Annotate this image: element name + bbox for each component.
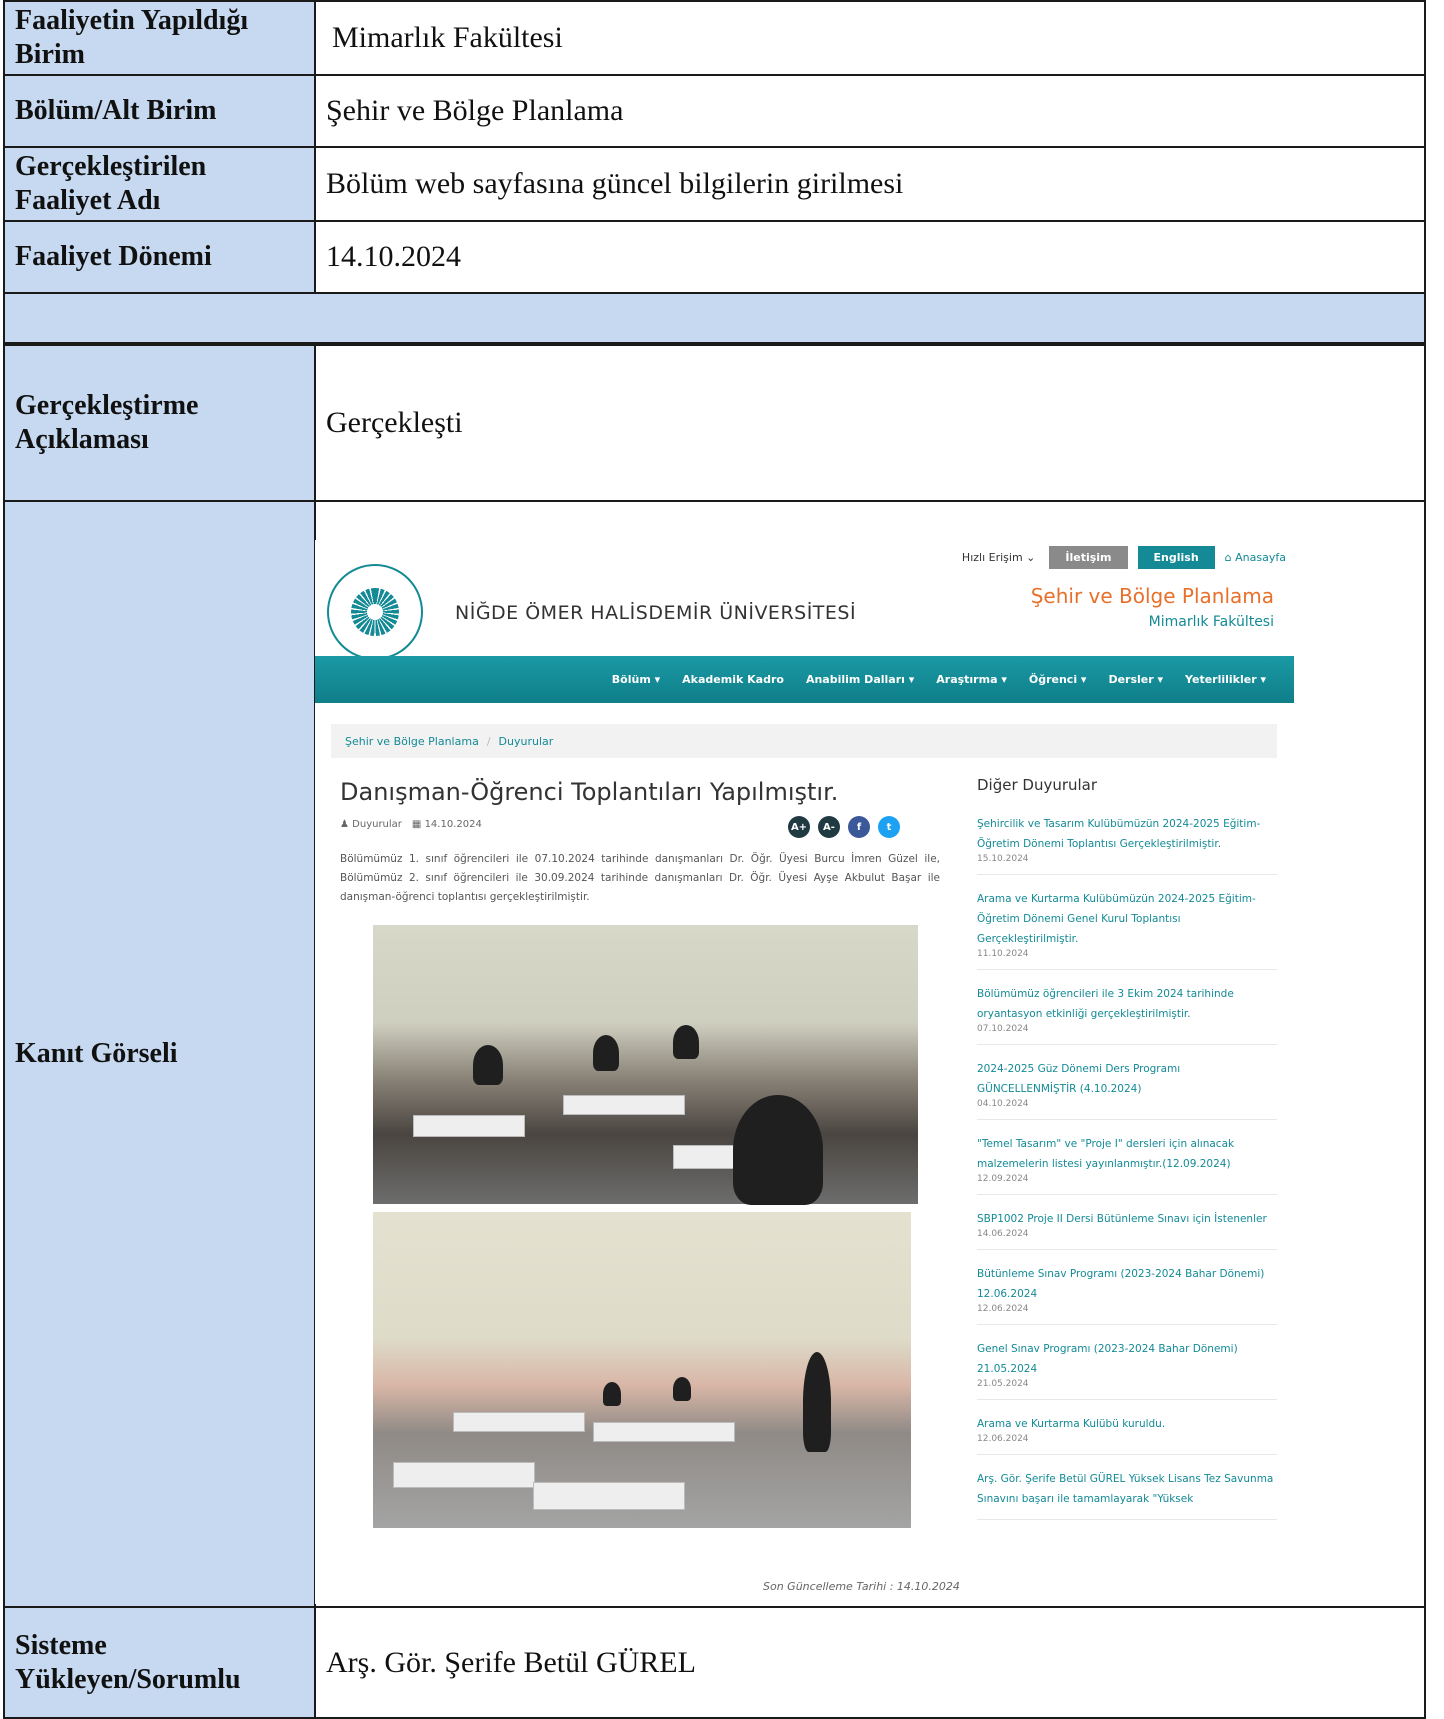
announcement-item[interactable]: Arş. Gör. Şerife Betül GÜREL Yüksek Lisa… [977,1469,1277,1520]
facebook-icon[interactable]: f [848,816,870,838]
value-sorumlu: Arş. Gör. Şerife Betül GÜREL [326,1645,696,1679]
value-birim: Mimarlık Fakültesi [332,21,563,54]
university-logo[interactable] [327,564,423,660]
quick-access-dropdown[interactable]: Hızlı Erişim ⌄ [962,551,1035,564]
home-icon: ⌂ [1224,551,1232,564]
nav-item-bolum[interactable]: Bölüm ▾ [612,673,660,686]
nav-item-arastirma[interactable]: Araştırma ▾ [936,673,1007,686]
evidence-screenshot: Hızlı Erişim ⌄ İletişim English ⌂ Anasay… [315,540,1294,1604]
article-title: Danışman-Öğrenci Toplantıları Yapılmıştı… [340,778,839,806]
row-bolum: Bölüm/Alt Birim Şehir ve Bölge Planlama [3,76,1426,148]
meeting-photo-1 [373,925,918,1205]
nav-item-ogrenci[interactable]: Öğrenci ▾ [1029,673,1087,686]
row-aciklama: Gerçekleştirme Açıklaması Gerçekleşti [3,344,1426,502]
announcement-item[interactable]: "Temel Tasarım" ve "Proje I" dersleri iç… [977,1134,1277,1195]
nav-item-yeterlilikler[interactable]: Yeterlilikler ▾ [1185,673,1266,686]
sidebar-title: Diğer Duyurular [977,776,1098,794]
article-body: Bölümümüz 1. sınıf öğrencileri ile 07.10… [340,853,940,903]
social-buttons: A+ A- f t [788,816,900,838]
announcement-item[interactable]: Şehircilik ve Tasarım Kulübümüzün 2024-2… [977,814,1277,875]
row-donem: Faaliyet Dönemi 14.10.2024 [3,222,1426,294]
announcement-item[interactable]: Arama ve Kurtarma Kulübümüzün 2024-2025 … [977,889,1277,970]
calendar-icon: ▦ [411,819,422,830]
label-donem: Faaliyet Dönemi [5,222,316,292]
nav-item-dersler[interactable]: Dersler ▾ [1108,673,1163,686]
value-aciklama: Gerçekleşti [326,406,463,439]
article-meta: ♟ Duyurular ▦ 14.10.2024 [340,819,482,830]
article-date: ▦ 14.10.2024 [411,819,482,830]
label-faaliyet: Gerçekleştirilen Faaliyet Adı [5,148,316,220]
value-bolum: Şehir ve Bölge Planlama [326,94,624,127]
announcement-item[interactable]: Genel Sınav Programı (2023-2024 Bahar Dö… [977,1339,1277,1400]
nav-item-akademik-kadro[interactable]: Akademik Kadro [682,673,784,686]
last-updated: Son Güncelleme Tarihi : 14.10.2024 [763,1580,960,1593]
faculty-name: Mimarlık Fakültesi [1148,614,1274,630]
nav-item-anabilim[interactable]: Anabilim Dalları ▾ [806,673,914,686]
row-faaliyet: Gerçekleştirilen Faaliyet Adı Bölüm web … [3,148,1426,222]
site-topbar: Hızlı Erişim ⌄ İletişim English ⌂ Anasay… [962,546,1286,569]
font-decrease-icon[interactable]: A- [818,816,840,838]
breadcrumb-current[interactable]: Duyurular [499,735,554,748]
announcement-item[interactable]: 2024-2025 Güz Dönemi Ders Programı GÜNCE… [977,1059,1277,1120]
label-sorumlu: Sisteme Yükleyen/Sorumlu [5,1608,316,1717]
label-kanit: Kanıt Görseli [5,502,316,1606]
contact-button[interactable]: İletişim [1049,546,1128,569]
department-name: Şehir ve Bölge Planlama [1030,584,1274,608]
label-bolum: Bölüm/Alt Birim [5,76,316,146]
breadcrumb-link[interactable]: Şehir ve Bölge Planlama [345,735,479,748]
value-faaliyet: Bölüm web sayfasına güncel bilgilerin gi… [326,167,904,200]
meeting-photo-2 [373,1212,911,1528]
announcement-item[interactable]: SBP1002 Proje II Dersi Bütünleme Sınavı … [977,1209,1277,1250]
twitter-icon[interactable]: t [878,816,900,838]
english-button[interactable]: English [1137,546,1215,569]
chevron-down-icon: ⌄ [1026,551,1036,564]
announcement-item[interactable]: Arama ve Kurtarma Kulübü kuruldu. 12.06.2… [977,1414,1277,1455]
breadcrumb: Şehir ve Bölge Planlama / Duyurular [331,724,1277,758]
row-sorumlu: Sisteme Yükleyen/Sorumlu Arş. Gör. Şerif… [3,1608,1426,1719]
value-donem: 14.10.2024 [326,240,461,273]
label-birim: Faaliyetin Yapıldığı Birim [5,2,316,74]
sidebar-announcements: Diğer Duyurular Şehircilik ve Tasarım Ku… [977,776,1277,1534]
row-birim: Faaliyetin Yapıldığı Birim Mimarlık Fakü… [3,0,1426,76]
home-link[interactable]: ⌂ Anasayfa [1225,551,1286,564]
university-name: NİĞDE ÖMER HALİSDEMİR ÜNİVERSİTESİ [455,602,857,624]
user-icon: ♟ [340,819,349,830]
main-nav: Bölüm ▾ Akademik Kadro Anabilim Dalları … [315,656,1294,703]
announcement-item[interactable]: Bütünleme Sınav Programı (2023-2024 Baha… [977,1264,1277,1325]
font-increase-icon[interactable]: A+ [788,816,810,838]
label-aciklama: Gerçekleştirme Açıklaması [5,346,316,500]
announcement-item[interactable]: Bölümümüz öğrencileri ile 3 Ekim 2024 ta… [977,984,1277,1045]
separator-band [3,294,1426,344]
article-category[interactable]: ♟ Duyurular [340,819,402,830]
